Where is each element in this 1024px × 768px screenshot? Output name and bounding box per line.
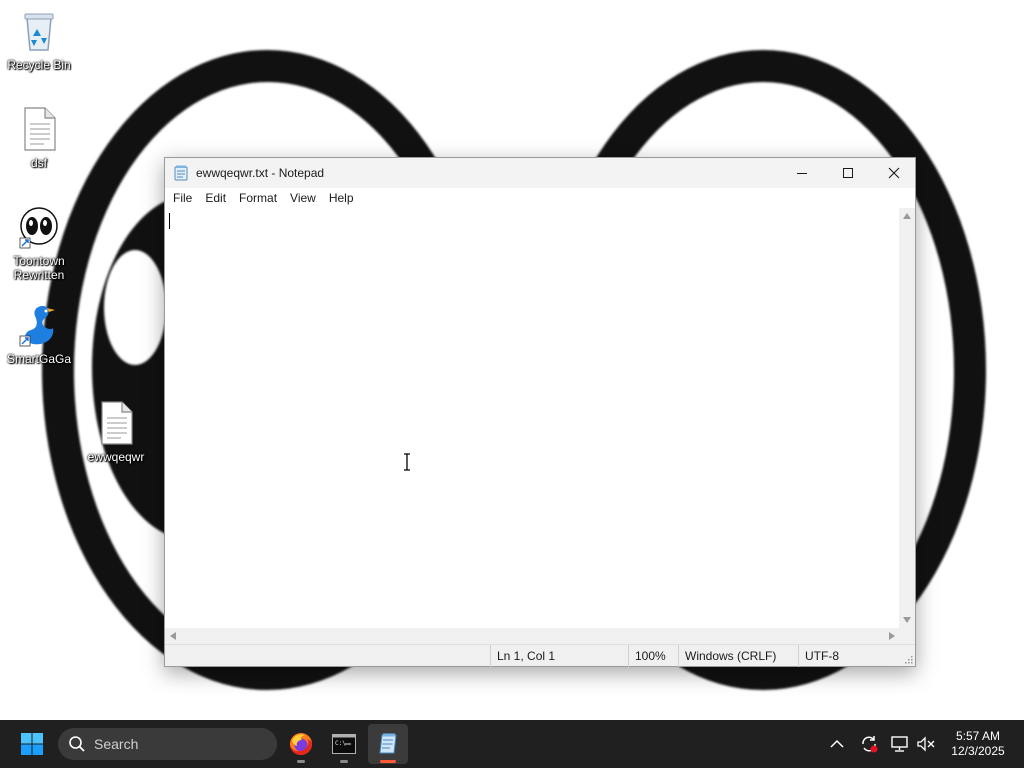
taskbar-app-firefox[interactable] <box>281 724 321 764</box>
close-button[interactable] <box>871 158 917 188</box>
windows-logo-icon <box>21 733 43 755</box>
desktop-icon-label: dsf <box>30 156 47 170</box>
system-clock[interactable]: 5:57 AM 12/3/2025 <box>938 729 1018 759</box>
scroll-down-icon[interactable] <box>903 617 911 623</box>
taskbar: Search C:\ 5:57 AM 12/3/2025 <box>0 720 1024 768</box>
taskbar-search[interactable]: Search <box>58 728 277 760</box>
status-position: Ln 1, Col 1 <box>490 645 628 667</box>
firefox-icon <box>290 733 312 755</box>
desktop-icon-dsf[interactable]: dsf <box>1 106 77 170</box>
network-icon <box>891 736 908 752</box>
desktop-icon-label: Recycle Bin <box>7 58 71 72</box>
start-button[interactable] <box>12 728 52 760</box>
notepad-window[interactable]: ewwqeqwr.txt - Notepad File Edit Format … <box>164 157 916 667</box>
desktop-icon-recycle-bin[interactable]: Recycle Bin <box>1 8 77 72</box>
tray-sync-status[interactable] <box>857 732 881 756</box>
toontown-icon <box>19 204 59 250</box>
text-file-icon <box>19 106 59 152</box>
title-bar[interactable]: ewwqeqwr.txt - Notepad <box>165 158 915 188</box>
maximize-button[interactable] <box>825 158 871 188</box>
running-indicator <box>297 760 305 763</box>
minimize-icon <box>797 173 807 174</box>
resize-grip-icon[interactable] <box>903 654 913 664</box>
window-title: ewwqeqwr.txt - Notepad <box>196 166 325 180</box>
desktop-icon-label: ewwqeqwr <box>87 450 145 464</box>
taskbar-app-terminal[interactable]: C:\ <box>324 724 364 764</box>
text-caret <box>169 213 170 229</box>
tray-volume[interactable] <box>914 732 938 756</box>
running-indicator <box>340 760 348 763</box>
wallpaper-pupil-left-highlight <box>104 250 166 365</box>
scroll-up-icon[interactable] <box>903 213 911 219</box>
search-icon <box>69 736 85 752</box>
status-encoding: UTF-8 <box>798 645 898 667</box>
sync-icon <box>862 736 878 753</box>
scrollbar-corner <box>899 628 915 644</box>
recycle-bin-icon <box>19 8 59 54</box>
close-icon <box>888 167 900 179</box>
smartgaga-icon <box>19 302 59 348</box>
text-editor[interactable] <box>165 208 900 628</box>
chevron-up-icon <box>830 739 844 748</box>
menu-bar: File Edit Format View Help <box>165 188 915 208</box>
minimize-button[interactable] <box>779 158 825 188</box>
desktop-icon-label: Toontown Rewritten <box>13 254 65 282</box>
notepad-icon <box>174 165 188 181</box>
desktop-icon-smartgaga[interactable]: SmartGaGa <box>1 302 77 366</box>
terminal-icon: C:\ <box>332 734 356 754</box>
menu-edit[interactable]: Edit <box>200 188 234 208</box>
active-indicator <box>380 760 396 763</box>
text-file-icon <box>96 400 136 446</box>
status-zoom: 100% <box>628 645 678 667</box>
menu-view[interactable]: View <box>285 188 324 208</box>
status-line-ending: Windows (CRLF) <box>678 645 798 667</box>
volume-muted-icon <box>917 736 935 752</box>
tray-network[interactable] <box>888 732 912 756</box>
menu-help[interactable]: Help <box>324 188 362 208</box>
menu-format[interactable]: Format <box>234 188 285 208</box>
show-hidden-icons-button[interactable] <box>825 732 849 756</box>
scroll-left-icon[interactable] <box>170 632 176 640</box>
horizontal-scrollbar[interactable] <box>165 628 900 644</box>
desktop-icon-toontown[interactable]: Toontown Rewritten <box>1 204 77 282</box>
scroll-right-icon[interactable] <box>889 632 895 640</box>
svg-text:C:\: C:\ <box>335 740 346 747</box>
menu-file[interactable]: File <box>168 188 200 208</box>
maximize-icon <box>843 168 853 178</box>
clock-time: 5:57 AM <box>955 729 1001 743</box>
desktop-icon-ewwqeqwr[interactable]: ewwqeqwr <box>78 400 154 464</box>
search-placeholder: Search <box>94 736 139 752</box>
desktop-icon-label: SmartGaGa <box>6 352 72 366</box>
text-cursor-icon <box>404 453 410 471</box>
taskbar-app-notepad[interactable] <box>368 724 408 764</box>
vertical-scrollbar[interactable] <box>899 208 915 628</box>
status-bar: Ln 1, Col 1 100% Windows (CRLF) UTF-8 <box>165 644 915 667</box>
notepad-icon <box>379 733 397 754</box>
clock-date: 12/3/2025 <box>951 744 1005 758</box>
